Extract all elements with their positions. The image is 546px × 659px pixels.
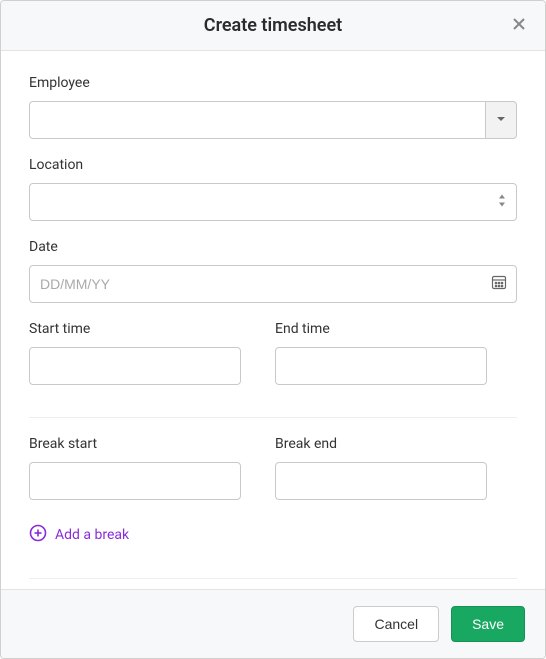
location-group: Location <box>29 157 517 221</box>
date-input[interactable] <box>29 265 517 303</box>
date-label: Date <box>29 239 517 255</box>
plus-circle-icon <box>29 524 47 546</box>
cancel-button[interactable]: Cancel <box>353 606 439 642</box>
divider <box>29 578 517 579</box>
time-row: Start time End time <box>29 321 517 403</box>
close-button[interactable] <box>505 12 533 40</box>
modal-title: Create timesheet <box>204 15 342 36</box>
start-time-group: Start time <box>29 321 241 385</box>
start-time-label: Start time <box>29 321 241 337</box>
break-end-label: Break end <box>275 436 487 452</box>
date-group: Date <box>29 239 517 303</box>
location-select[interactable] <box>29 183 517 221</box>
employee-dropdown-button[interactable] <box>485 101 517 139</box>
save-button[interactable]: Save <box>451 606 525 642</box>
end-time-group: End time <box>275 321 487 385</box>
modal-header: Create timesheet <box>1 1 545 51</box>
employee-label: Employee <box>29 75 517 91</box>
add-break-label: Add a break <box>55 527 129 543</box>
add-break-button[interactable]: Add a break <box>29 524 129 546</box>
end-time-input[interactable] <box>275 347 487 385</box>
modal-footer: Cancel Save <box>1 589 545 658</box>
location-label: Location <box>29 157 517 173</box>
break-end-input[interactable] <box>275 462 487 500</box>
break-end-group: Break end <box>275 436 487 500</box>
employee-input[interactable] <box>29 101 485 139</box>
break-start-group: Break start <box>29 436 241 500</box>
start-time-input[interactable] <box>29 347 241 385</box>
employee-group: Employee <box>29 75 517 139</box>
close-icon <box>511 16 527 35</box>
chevron-down-icon <box>495 113 507 128</box>
break-start-input[interactable] <box>29 462 241 500</box>
divider <box>29 417 517 418</box>
break-row: Break start Break end <box>29 436 517 518</box>
end-time-label: End time <box>275 321 487 337</box>
modal-body: Employee Location <box>1 51 545 589</box>
break-start-label: Break start <box>29 436 241 452</box>
create-timesheet-modal: Create timesheet Employee <box>0 0 546 659</box>
